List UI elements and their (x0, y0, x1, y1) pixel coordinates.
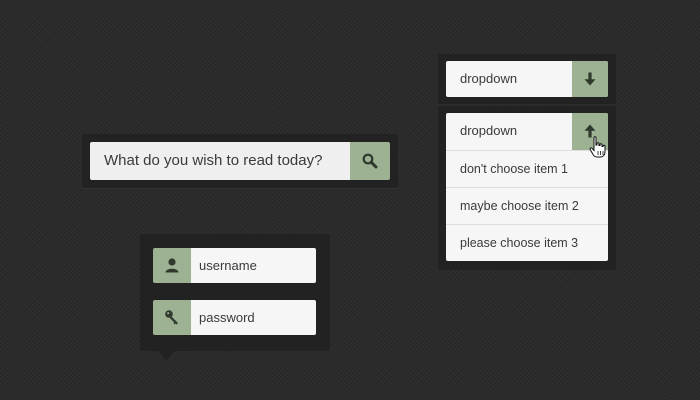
search-button[interactable] (350, 142, 390, 180)
search-widget: What do you wish to read today? (82, 134, 398, 188)
dropdown-open-header[interactable]: dropdown (446, 113, 608, 151)
login-panel-tail (158, 351, 174, 361)
key-icon (165, 310, 178, 325)
dropdown-closed-label: dropdown (460, 71, 518, 86)
dropdown-closed: dropdown (438, 54, 616, 104)
dropdown-item-2[interactable]: maybe choose item 2 (446, 188, 608, 225)
dropdown-closed-toggle[interactable] (572, 61, 608, 97)
password-row: password (153, 300, 316, 335)
user-icon (165, 258, 179, 273)
password-icon-box (153, 300, 191, 335)
login-panel: username password (140, 234, 330, 361)
username-icon-box (153, 248, 191, 283)
dropdown-item-3[interactable]: please choose item 3 (446, 225, 608, 261)
search-input[interactable]: What do you wish to read today? (90, 142, 350, 180)
search-icon (362, 153, 378, 169)
password-field[interactable]: password (191, 300, 316, 335)
username-field[interactable]: username (191, 248, 316, 283)
dropdown-open-label: dropdown (460, 123, 518, 138)
username-row: username (153, 248, 316, 283)
dropdown-open: dropdown don't choose item 1 maybe choos… (438, 106, 616, 270)
dropdown-item-1[interactable]: don't choose item 1 (446, 151, 608, 188)
hand-cursor-icon (589, 136, 606, 158)
dropdown-closed-header[interactable]: dropdown (446, 61, 608, 97)
arrow-down-icon (584, 72, 596, 86)
